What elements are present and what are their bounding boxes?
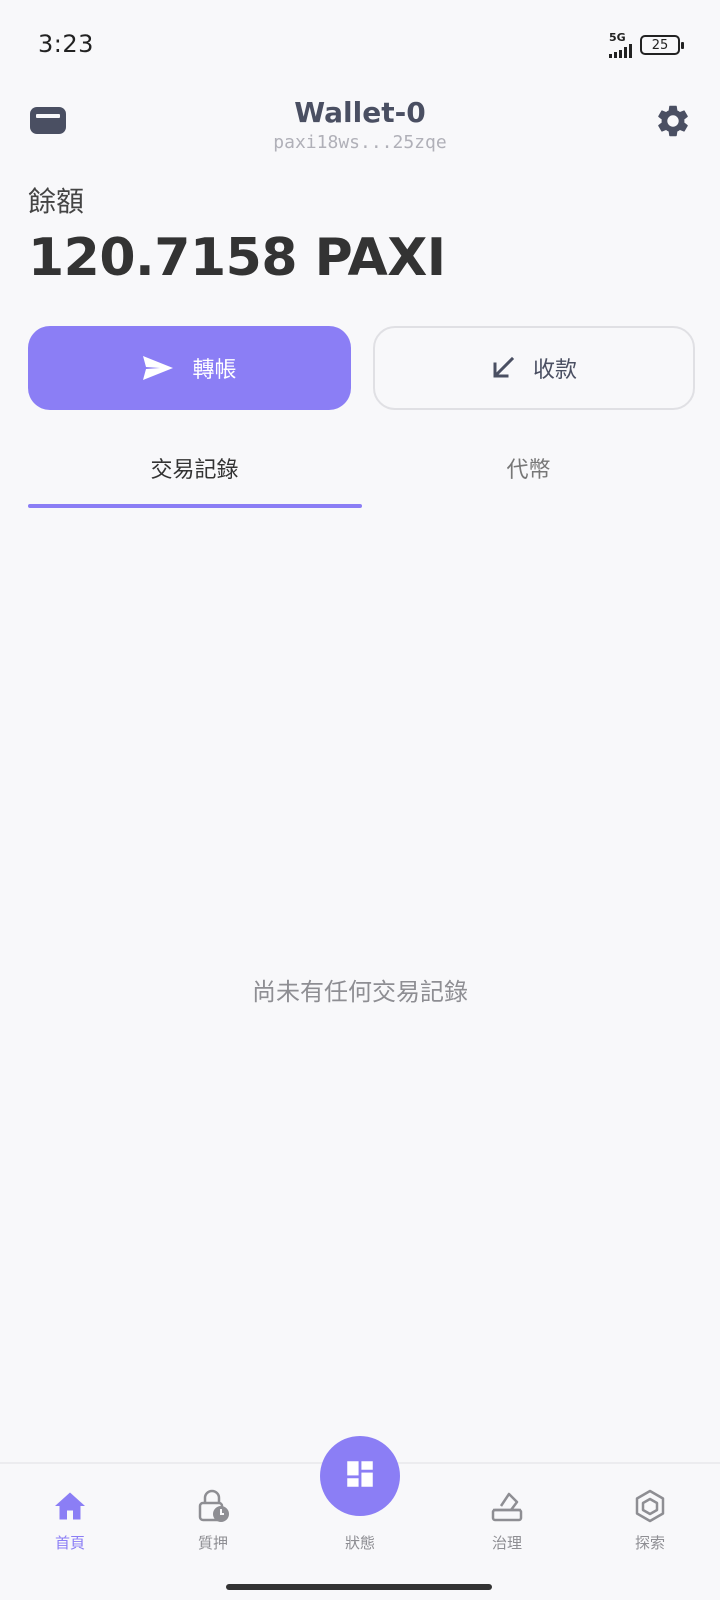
- home-icon: [52, 1488, 88, 1524]
- network-type-label: 5G: [609, 31, 626, 44]
- balance-value: 120.7158 PAXI: [28, 228, 446, 288]
- signal-indicator: 5G: [609, 32, 632, 58]
- wallet-header: Wallet-0 paxi18ws...25zqe: [0, 90, 720, 160]
- send-button[interactable]: 轉帳: [28, 326, 351, 410]
- tab-label: 代幣: [506, 458, 551, 483]
- status-time: 3:23: [38, 30, 94, 58]
- receive-button[interactable]: 收款: [373, 326, 695, 410]
- balance-label: 餘額: [28, 185, 85, 218]
- nav-item-governance[interactable]: 治理: [437, 1464, 577, 1574]
- nav-item-explore[interactable]: 探索: [580, 1464, 720, 1574]
- gear-icon[interactable]: [654, 102, 692, 140]
- tab-label: 交易記錄: [150, 458, 239, 483]
- nav-label: 探索: [634, 1534, 665, 1552]
- cube-icon: [632, 1488, 668, 1524]
- nav-item-stake[interactable]: 質押: [143, 1464, 283, 1574]
- status-bar: 3:23 5G 25: [0, 0, 720, 90]
- status-fab-button[interactable]: [320, 1436, 400, 1516]
- nav-label: 治理: [491, 1534, 522, 1552]
- lock-clock-icon: [195, 1488, 231, 1524]
- send-icon: [142, 354, 174, 382]
- home-indicator[interactable]: [226, 1584, 492, 1590]
- wallet-home-screen: 3:23 5G 25 Wallet-0 paxi18ws...25zqe 餘額 …: [0, 0, 720, 1600]
- empty-state-message: 尚未有任何交易記錄: [252, 978, 468, 1006]
- tab-bar: 交易記錄 代幣: [28, 430, 695, 510]
- receive-button-label: 收款: [532, 358, 577, 383]
- tab-tokens[interactable]: 代幣: [362, 430, 695, 510]
- tab-transaction-history[interactable]: 交易記錄: [28, 430, 361, 510]
- active-tab-indicator: [28, 504, 362, 508]
- battery-icon: 25: [640, 35, 684, 55]
- battery-level: 25: [651, 37, 669, 53]
- vote-icon: [489, 1488, 525, 1524]
- send-button-label: 轉帳: [192, 358, 237, 383]
- signal-bars-icon: [609, 44, 632, 58]
- nav-item-home[interactable]: 首頁: [0, 1464, 140, 1574]
- arrow-down-left-icon: [491, 356, 515, 380]
- nav-label: 質押: [197, 1534, 228, 1552]
- nav-label: 首頁: [54, 1534, 85, 1552]
- status-indicators: 5G 25: [609, 32, 684, 58]
- dashboard-icon: [343, 1457, 377, 1495]
- wallet-name[interactable]: Wallet-0: [0, 96, 720, 129]
- wallet-address[interactable]: paxi18ws...25zqe: [0, 132, 720, 153]
- nav-label: 狀態: [344, 1534, 375, 1552]
